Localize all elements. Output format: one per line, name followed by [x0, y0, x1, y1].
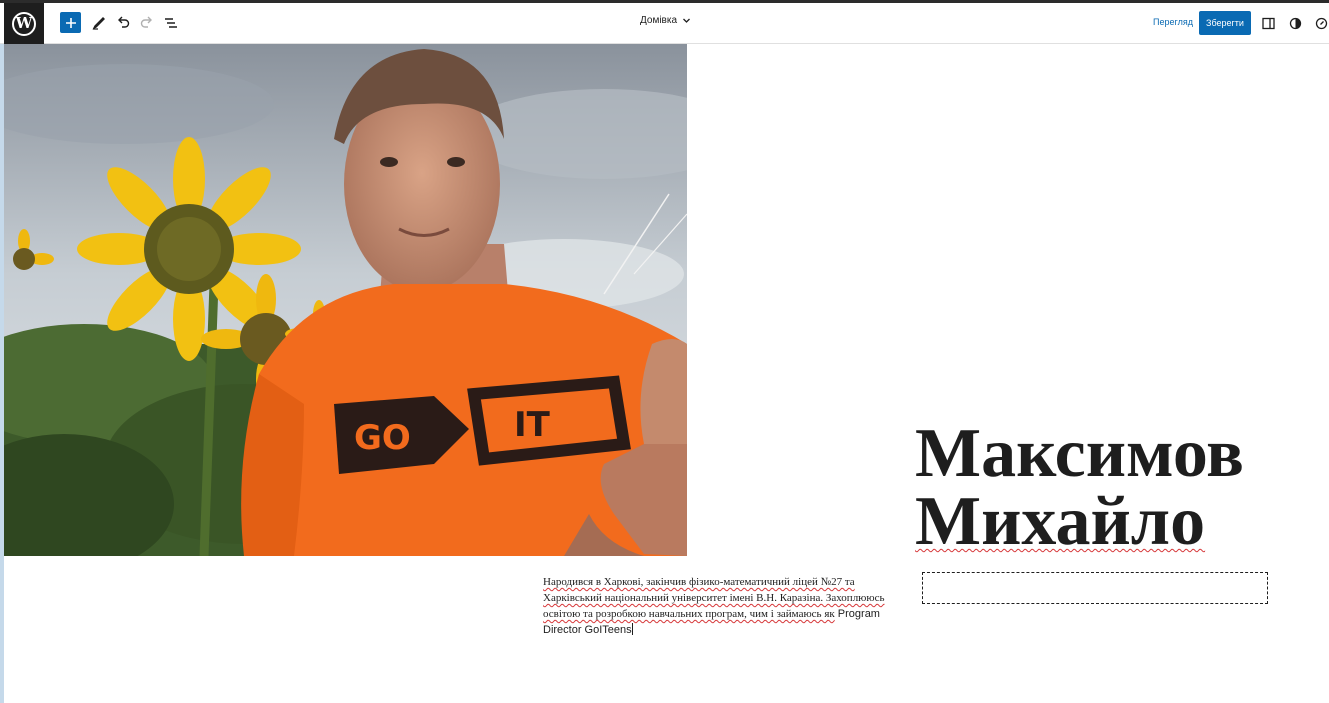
bio-paragraph[interactable]: Народився в Харкові, закінчив фізико-мат… — [543, 574, 893, 638]
bio-text-serif: Народився в Харкові, закінчив фізико-мат… — [543, 576, 885, 620]
shirt-logo-text: GO — [354, 418, 411, 458]
wordpress-logo-icon: W — [12, 11, 36, 36]
redo-icon — [140, 16, 152, 28]
redo-button[interactable] — [136, 12, 158, 34]
pen-tool-icon — [92, 17, 105, 30]
document-title-dropdown[interactable]: Домівка — [640, 15, 691, 26]
heading-line-firstname: Михайло — [915, 483, 1206, 560]
shirt-logo-text-right: IT — [514, 405, 551, 445]
name-heading[interactable]: Максимов Михайло — [915, 415, 1244, 560]
save-button[interactable]: Зберегти — [1199, 11, 1251, 35]
preview-button[interactable]: Перегляд — [1153, 17, 1193, 27]
undo-button[interactable] — [112, 12, 134, 34]
list-view-button[interactable] — [160, 12, 182, 34]
styles-button[interactable] — [1286, 13, 1304, 33]
profile-image[interactable]: GO IT — [4, 44, 687, 556]
compass-icon — [1315, 17, 1327, 29]
settings-sidebar-toggle[interactable] — [1259, 13, 1277, 33]
text-cursor — [631, 623, 633, 635]
plus-icon — [65, 17, 76, 28]
list-view-icon — [165, 18, 177, 28]
wordpress-logo-button[interactable]: W — [4, 3, 44, 44]
profile-photo-illustration: GO IT — [4, 44, 687, 556]
tools-button[interactable] — [88, 12, 110, 34]
undo-icon — [118, 16, 130, 28]
chevron-down-icon — [683, 18, 690, 23]
heading-line-surname: Максимов — [915, 415, 1244, 492]
editor-toolbar: W Домівка Перегляд Зберегти — [0, 3, 1329, 44]
empty-block-placeholder[interactable] — [922, 572, 1268, 604]
options-button[interactable] — [1312, 13, 1329, 33]
sidebar-toggle-icon — [1261, 17, 1275, 29]
styles-contrast-icon — [1289, 17, 1301, 29]
document-title: Домівка — [640, 15, 678, 26]
add-block-button[interactable] — [60, 12, 81, 33]
